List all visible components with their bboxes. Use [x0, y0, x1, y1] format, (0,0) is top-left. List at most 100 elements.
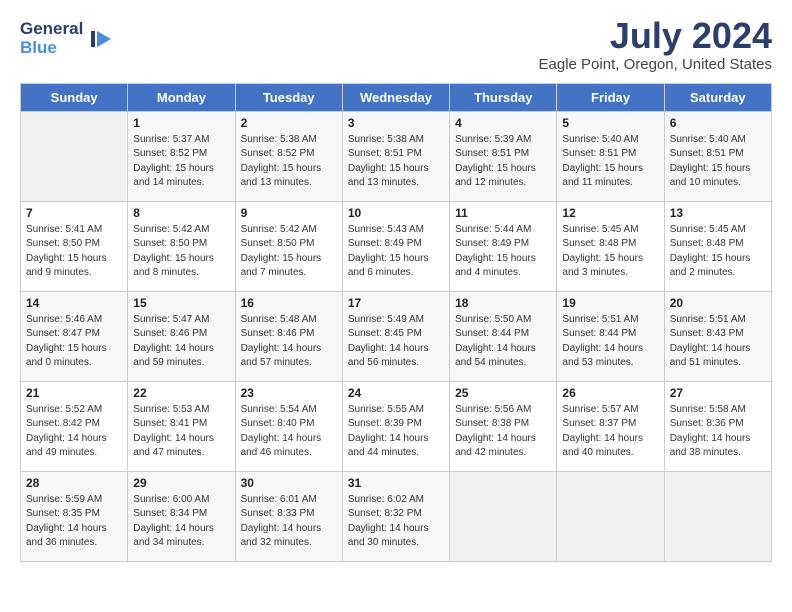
cell-content: Sunrise: 5:55 AM Sunset: 8:39 PM Dayligh…	[348, 403, 444, 461]
cell-content: Sunrise: 5:38 AM Sunset: 8:52 PM Dayligh…	[241, 133, 337, 191]
day-number: 28	[26, 476, 122, 490]
cell-content: Sunrise: 5:41 AM Sunset: 8:50 PM Dayligh…	[26, 223, 122, 281]
day-number: 13	[670, 206, 766, 220]
cell-content: Sunrise: 5:51 AM Sunset: 8:43 PM Dayligh…	[670, 313, 766, 371]
cell-content: Sunrise: 5:53 AM Sunset: 8:41 PM Dayligh…	[133, 403, 229, 461]
calendar-table: SundayMondayTuesdayWednesdayThursdayFrid…	[20, 83, 772, 562]
cell-content: Sunrise: 5:52 AM Sunset: 8:42 PM Dayligh…	[26, 403, 122, 461]
day-number: 18	[455, 296, 551, 310]
cell-content: Sunrise: 5:44 AM Sunset: 8:49 PM Dayligh…	[455, 223, 551, 281]
week-row-4: 21 Sunrise: 5:52 AM Sunset: 8:42 PM Dayli…	[21, 381, 772, 471]
calendar-cell	[557, 471, 664, 561]
cell-content: Sunrise: 5:47 AM Sunset: 8:46 PM Dayligh…	[133, 313, 229, 371]
calendar-cell: 1 Sunrise: 5:37 AM Sunset: 8:52 PM Daylig…	[128, 111, 235, 201]
location-title: Eagle Point, Oregon, United States	[539, 56, 772, 73]
header-row: SundayMondayTuesdayWednesdayThursdayFrid…	[21, 83, 772, 111]
calendar-cell: 15Sunrise: 5:47 AM Sunset: 8:46 PM Dayli…	[128, 291, 235, 381]
calendar-cell: 30 Sunrise: 6:01 AM Sunset: 8:33 PM Dayli…	[235, 471, 342, 561]
header-day-saturday: Saturday	[664, 83, 771, 111]
cell-content: Sunrise: 5:51 AM Sunset: 8:44 PM Dayligh…	[562, 313, 658, 371]
calendar-cell: 3 Sunrise: 5:38 AM Sunset: 8:51 PM Daylig…	[342, 111, 449, 201]
cell-content: Sunrise: 5:42 AM Sunset: 8:50 PM Dayligh…	[133, 223, 229, 281]
day-number: 27	[670, 386, 766, 400]
week-row-5: 28Sunrise: 5:59 AM Sunset: 8:35 PM Dayli…	[21, 471, 772, 561]
day-number: 22	[133, 386, 229, 400]
week-row-2: 7 Sunrise: 5:41 AM Sunset: 8:50 PM Daylig…	[21, 201, 772, 291]
day-number: 30	[241, 476, 337, 490]
cell-content: Sunrise: 6:01 AM Sunset: 8:33 PM Dayligh…	[241, 493, 337, 551]
cell-content: Sunrise: 5:40 AM Sunset: 8:51 PM Dayligh…	[562, 133, 658, 191]
calendar-body: 1 Sunrise: 5:37 AM Sunset: 8:52 PM Daylig…	[21, 111, 772, 561]
header-day-tuesday: Tuesday	[235, 83, 342, 111]
calendar-cell: 22 Sunrise: 5:53 AM Sunset: 8:41 PM Dayli…	[128, 381, 235, 471]
cell-content: Sunrise: 5:37 AM Sunset: 8:52 PM Dayligh…	[133, 133, 229, 191]
header-day-wednesday: Wednesday	[342, 83, 449, 111]
calendar-cell: 21 Sunrise: 5:52 AM Sunset: 8:42 PM Dayli…	[21, 381, 128, 471]
day-number: 7	[26, 206, 122, 220]
cell-content: Sunrise: 5:49 AM Sunset: 8:45 PM Dayligh…	[348, 313, 444, 371]
calendar-cell: 26Sunrise: 5:57 AM Sunset: 8:37 PM Dayli…	[557, 381, 664, 471]
day-number: 21	[26, 386, 122, 400]
calendar-cell	[664, 471, 771, 561]
week-row-3: 14 Sunrise: 5:46 AM Sunset: 8:47 PM Dayli…	[21, 291, 772, 381]
day-number: 29	[133, 476, 229, 490]
calendar-cell: 28Sunrise: 5:59 AM Sunset: 8:35 PM Dayli…	[21, 471, 128, 561]
header-day-monday: Monday	[128, 83, 235, 111]
cell-content: Sunrise: 5:48 AM Sunset: 8:46 PM Dayligh…	[241, 313, 337, 371]
cell-content: Sunrise: 5:38 AM Sunset: 8:51 PM Dayligh…	[348, 133, 444, 191]
cell-content: Sunrise: 5:40 AM Sunset: 8:51 PM Dayligh…	[670, 133, 766, 191]
header-day-sunday: Sunday	[21, 83, 128, 111]
calendar-cell: 24 Sunrise: 5:55 AM Sunset: 8:39 PM Dayli…	[342, 381, 449, 471]
week-row-1: 1 Sunrise: 5:37 AM Sunset: 8:52 PM Daylig…	[21, 111, 772, 201]
day-number: 1	[133, 116, 229, 130]
calendar-cell: 14 Sunrise: 5:46 AM Sunset: 8:47 PM Dayli…	[21, 291, 128, 381]
day-number: 5	[562, 116, 658, 130]
calendar-cell: 8 Sunrise: 5:42 AM Sunset: 8:50 PM Daylig…	[128, 201, 235, 291]
cell-content: Sunrise: 5:56 AM Sunset: 8:38 PM Dayligh…	[455, 403, 551, 461]
header-day-thursday: Thursday	[450, 83, 557, 111]
calendar-cell: 31 Sunrise: 6:02 AM Sunset: 8:32 PM Dayli…	[342, 471, 449, 561]
cell-content: Sunrise: 5:39 AM Sunset: 8:51 PM Dayligh…	[455, 133, 551, 191]
logo: General Blue	[20, 20, 115, 57]
day-number: 6	[670, 116, 766, 130]
calendar-cell: 13 Sunrise: 5:45 AM Sunset: 8:48 PM Dayli…	[664, 201, 771, 291]
day-number: 3	[348, 116, 444, 130]
day-number: 17	[348, 296, 444, 310]
logo-general-text: General	[20, 20, 83, 39]
calendar-cell: 20 Sunrise: 5:51 AM Sunset: 8:43 PM Dayli…	[664, 291, 771, 381]
calendar-cell: 6 Sunrise: 5:40 AM Sunset: 8:51 PM Daylig…	[664, 111, 771, 201]
calendar-cell: 23 Sunrise: 5:54 AM Sunset: 8:40 PM Dayli…	[235, 381, 342, 471]
calendar-cell: 18 Sunrise: 5:50 AM Sunset: 8:44 PM Dayli…	[450, 291, 557, 381]
day-number: 8	[133, 206, 229, 220]
page-header: General Blue July 2024 Eagle Point, Oreg…	[20, 16, 772, 73]
calendar-cell: 7 Sunrise: 5:41 AM Sunset: 8:50 PM Daylig…	[21, 201, 128, 291]
cell-content: Sunrise: 5:54 AM Sunset: 8:40 PM Dayligh…	[241, 403, 337, 461]
logo-blue-text: Blue	[20, 39, 83, 58]
day-number: 11	[455, 206, 551, 220]
cell-content: Sunrise: 5:50 AM Sunset: 8:44 PM Dayligh…	[455, 313, 551, 371]
day-number: 20	[670, 296, 766, 310]
day-number: 24	[348, 386, 444, 400]
calendar-cell: 19 Sunrise: 5:51 AM Sunset: 8:44 PM Dayli…	[557, 291, 664, 381]
calendar-cell: 5 Sunrise: 5:40 AM Sunset: 8:51 PM Daylig…	[557, 111, 664, 201]
day-number: 16	[241, 296, 337, 310]
day-number: 19	[562, 296, 658, 310]
day-number: 23	[241, 386, 337, 400]
cell-content: Sunrise: 6:02 AM Sunset: 8:32 PM Dayligh…	[348, 493, 444, 551]
logo-icon	[87, 25, 115, 53]
day-number: 9	[241, 206, 337, 220]
cell-content: Sunrise: 5:46 AM Sunset: 8:47 PM Dayligh…	[26, 313, 122, 371]
cell-content: Sunrise: 5:45 AM Sunset: 8:48 PM Dayligh…	[670, 223, 766, 281]
calendar-cell: 29Sunrise: 6:00 AM Sunset: 8:34 PM Dayli…	[128, 471, 235, 561]
day-number: 14	[26, 296, 122, 310]
title-block: July 2024 Eagle Point, Oregon, United St…	[539, 16, 772, 73]
header-day-friday: Friday	[557, 83, 664, 111]
calendar-cell: 10Sunrise: 5:43 AM Sunset: 8:49 PM Dayli…	[342, 201, 449, 291]
day-number: 31	[348, 476, 444, 490]
day-number: 10	[348, 206, 444, 220]
calendar-cell: 11 Sunrise: 5:44 AM Sunset: 8:49 PM Dayli…	[450, 201, 557, 291]
calendar-cell	[21, 111, 128, 201]
cell-content: Sunrise: 5:58 AM Sunset: 8:36 PM Dayligh…	[670, 403, 766, 461]
cell-content: Sunrise: 5:42 AM Sunset: 8:50 PM Dayligh…	[241, 223, 337, 281]
month-title: July 2024	[539, 16, 772, 56]
